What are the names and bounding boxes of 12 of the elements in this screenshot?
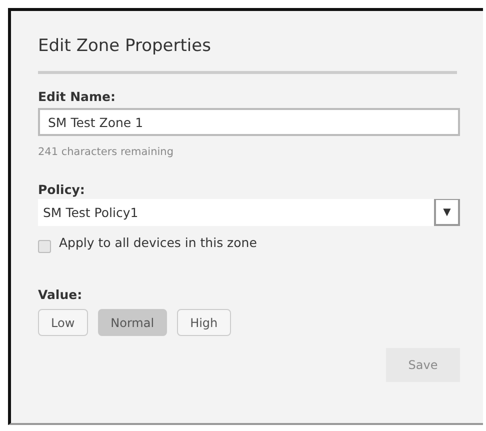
name-field[interactable]: SM Test Zone 1	[38, 108, 460, 136]
characters-remaining-text: 241 characters remaining	[38, 146, 174, 158]
value-option[interactable]: Normal	[98, 309, 168, 336]
dialog-title: Edit Zone Properties	[38, 35, 212, 58]
value-option[interactable]: Low	[38, 309, 88, 336]
name-label: Edit Name:	[38, 89, 116, 104]
value-label: Value:	[38, 287, 84, 302]
apply-checkbox[interactable]	[38, 240, 51, 253]
apply-checkbox-label: Apply to all devices in this zone	[59, 235, 257, 250]
policy-label: Policy:	[38, 182, 86, 197]
policy-dropdown[interactable]: SM Test Policy1 ▼	[38, 199, 460, 226]
value-option[interactable]: High	[177, 309, 231, 336]
